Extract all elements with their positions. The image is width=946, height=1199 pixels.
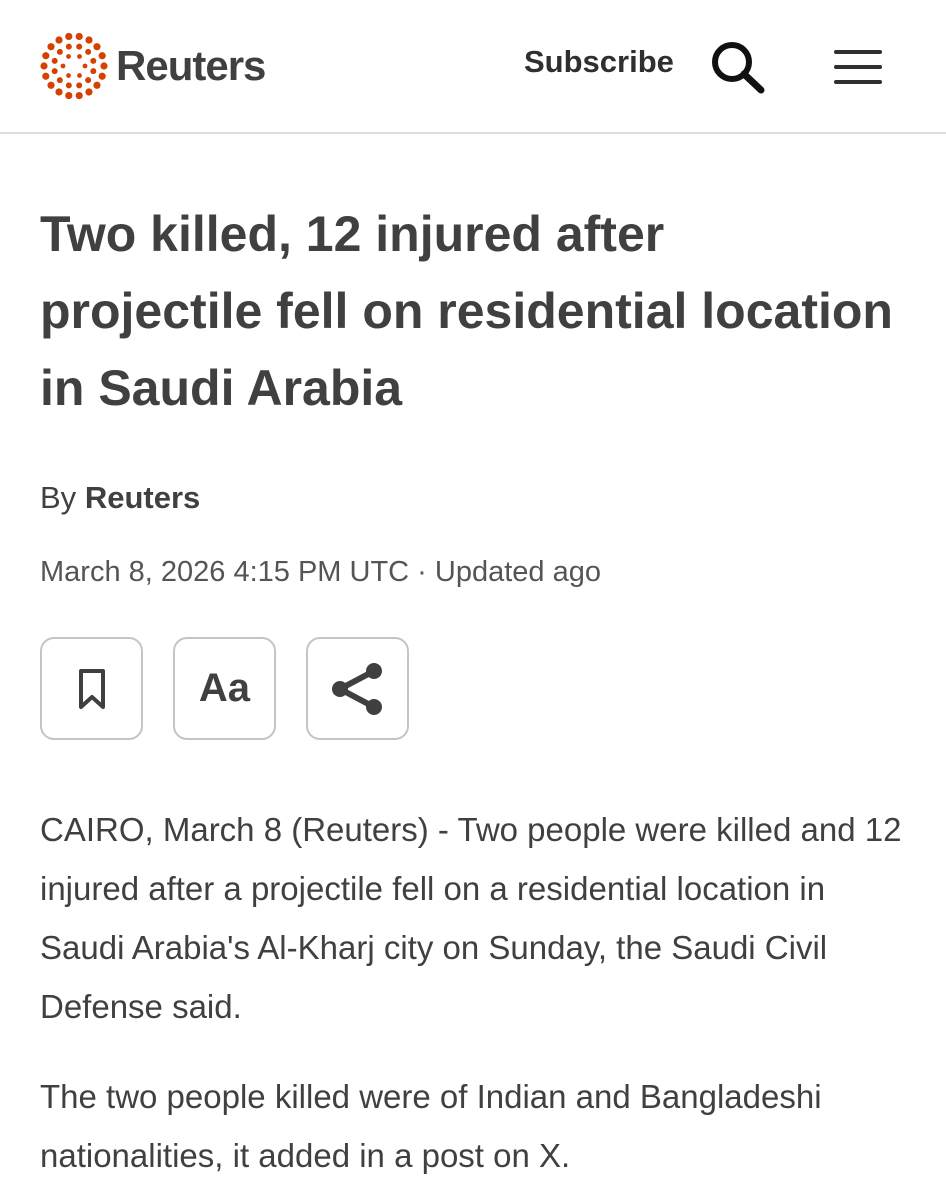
reuters-logo-mark-icon [40, 32, 108, 100]
text-size-label: Aa [198, 666, 251, 710]
search-icon [712, 42, 765, 94]
logo-dot [75, 91, 83, 100]
logo-dot [55, 36, 63, 44]
subscribe-button[interactable]: Subscribe [524, 44, 674, 80]
logo-dot [85, 36, 93, 44]
menu-button[interactable] [830, 44, 886, 90]
byline-author-link[interactable]: Reuters [85, 480, 200, 515]
logo-dot [85, 77, 92, 84]
logo-dot [47, 43, 55, 51]
logo-dot [85, 48, 92, 55]
logo-dot [76, 82, 83, 89]
logo-dot [55, 88, 63, 96]
logo-dot [56, 77, 63, 84]
logo-dot [100, 62, 108, 70]
logo-dot [65, 82, 72, 89]
search-button[interactable] [708, 38, 768, 96]
logo-dot [65, 32, 73, 41]
logo-dot [42, 72, 50, 80]
share-button[interactable] [306, 637, 409, 740]
logo-dot [66, 73, 71, 78]
logo-dot [47, 81, 55, 89]
share-icon [331, 662, 382, 715]
hamburger-menu-icon [834, 50, 882, 84]
article-tools: Aa [40, 637, 439, 740]
logo-dot [98, 72, 106, 80]
article-dateline: March 8, 2026 4:15 PM UTC · Updated ago [40, 556, 601, 588]
logo-dot [77, 54, 82, 59]
text-size-button[interactable]: Aa [173, 637, 276, 740]
bookmark-icon [78, 668, 105, 709]
logo-dot [65, 43, 72, 50]
logo-dot [90, 68, 97, 75]
byline-prefix: By [40, 480, 77, 515]
logo-dot [90, 57, 97, 64]
logo-dot [85, 88, 93, 96]
logo-dot [93, 43, 101, 51]
article-paragraph: CAIRO, March 8 (Reuters) - Two people we… [40, 811, 902, 1025]
logo-dot [51, 68, 58, 75]
logo-dot [42, 52, 50, 60]
logo-dot [93, 81, 101, 89]
logo-dot [98, 52, 106, 60]
logo-dot [77, 73, 82, 78]
article-headline: Two killed, 12 injured after projectile … [40, 206, 893, 416]
reuters-logo[interactable]: Reuters [38, 30, 266, 102]
byline: By Reuters [40, 480, 200, 516]
site-header: Reuters Subscribe [0, 0, 946, 134]
logo-dot [51, 57, 58, 64]
bookmark-button[interactable] [40, 637, 143, 740]
logo-dot [40, 62, 48, 70]
logo-dot [75, 32, 83, 41]
logo-dot [82, 63, 88, 69]
article-paragraph: The two people killed were of Indian and… [40, 1078, 822, 1174]
logo-dot [76, 43, 83, 50]
logo-dot [60, 63, 66, 69]
logo-dot [66, 54, 71, 59]
logo-dot [65, 91, 73, 100]
brand-name: Reuters [116, 42, 266, 89]
logo-dot [56, 48, 63, 55]
